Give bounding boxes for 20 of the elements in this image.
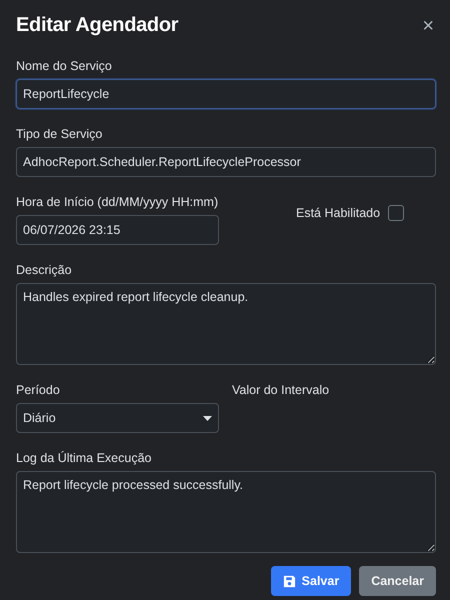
text-field[interactable]: 06/07/2026 23:15: [16, 215, 219, 245]
text-area[interactable]: Handles expired report lifecycle cleanup.: [16, 283, 436, 365]
save-button[interactable]: Salvar: [270, 566, 352, 596]
text-field[interactable]: AdhocReport.Scheduler.ReportLifecycleProcessor: [16, 147, 436, 177]
field-label: Log da Última Execução: [16, 451, 152, 465]
field-label: Valor do Intervalo: [232, 383, 330, 397]
text-area[interactable]: Report lifecycle processed successfully.: [16, 471, 436, 553]
field-label: Hora de Início (dd/MM/yyyy HH:mm): [16, 195, 219, 209]
field-label: Período: [16, 383, 61, 397]
field-label: Descrição: [16, 263, 73, 277]
checkbox-label: Está Habilitado: [296, 206, 380, 220]
dialog-title: Editar Agendador: [16, 14, 178, 37]
cancel-button[interactable]: Cancelar: [359, 566, 436, 596]
caret-icon: [203, 416, 212, 420]
field-label: Tipo de Serviço: [16, 127, 104, 141]
checkbox[interactable]: [388, 205, 404, 221]
text-field[interactable]: ReportLifecycle: [16, 79, 436, 109]
close-button[interactable]: ×: [420, 16, 436, 36]
field-label: Nome do Serviço: [16, 59, 113, 73]
dropdown[interactable]: Diário: [16, 403, 219, 433]
